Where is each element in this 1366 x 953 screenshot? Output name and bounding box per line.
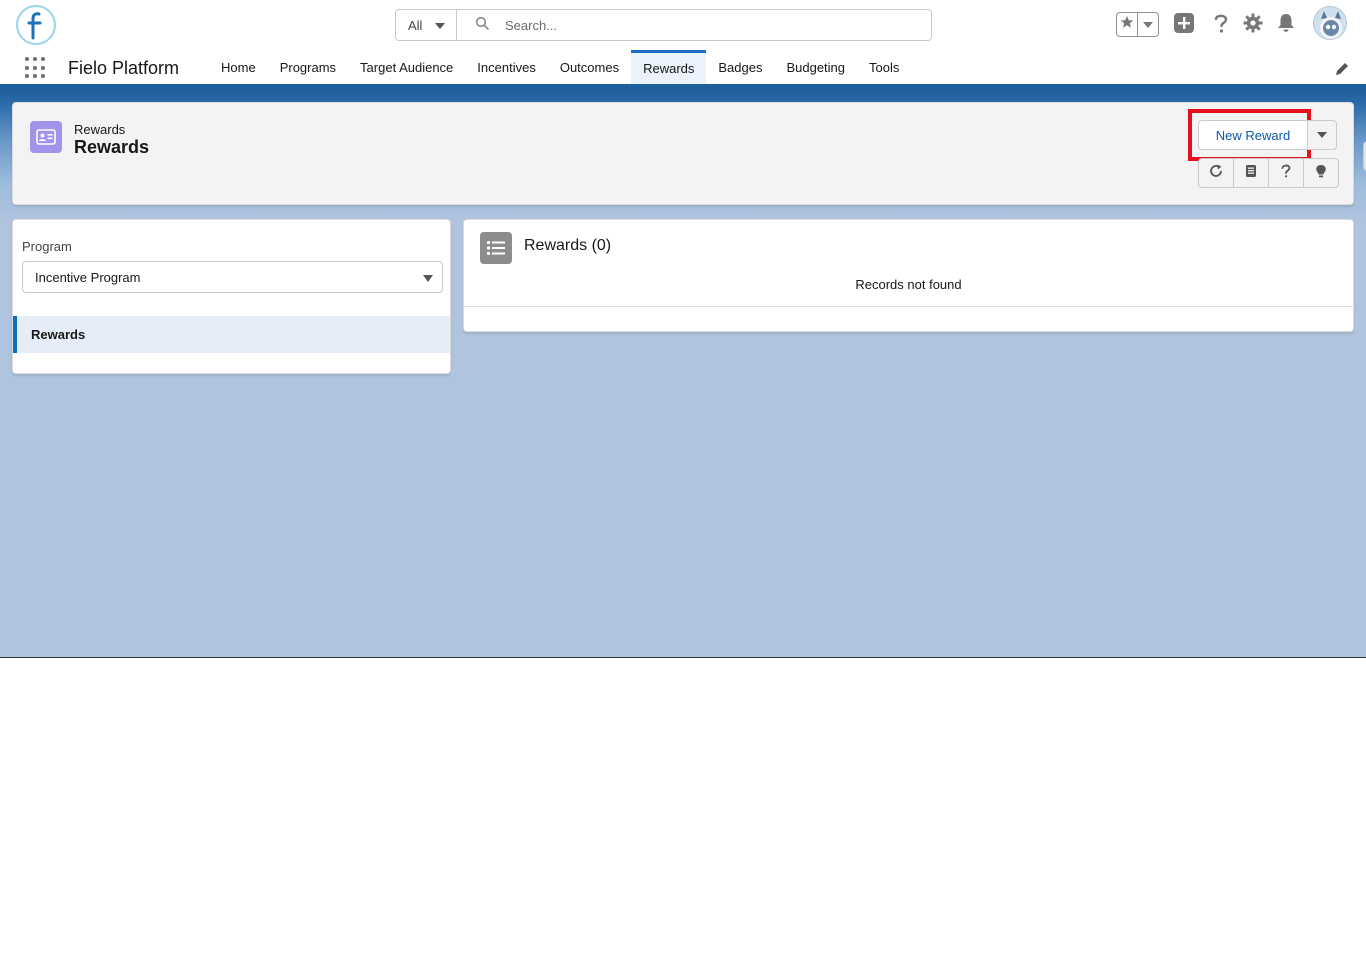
favorites-star-button[interactable] bbox=[1117, 13, 1137, 36]
tips-button[interactable] bbox=[1303, 158, 1339, 188]
book-icon bbox=[1245, 164, 1257, 183]
help-icon bbox=[1212, 12, 1230, 39]
app-name: Fielo Platform bbox=[68, 58, 180, 78]
gear-icon bbox=[1243, 13, 1263, 38]
program-filter-panel: Program Incentive Program Rewards bbox=[12, 219, 451, 374]
object-label: Rewards bbox=[74, 122, 126, 137]
nav-tab-rewards[interactable]: Rewards bbox=[631, 50, 707, 84]
chevron-down-icon bbox=[423, 275, 433, 282]
user-avatar[interactable] bbox=[1313, 6, 1347, 40]
empty-state-message: Records not found bbox=[855, 277, 962, 292]
app-launcher-icon[interactable] bbox=[25, 57, 47, 79]
app-nav-bar: Fielo Platform Home Programs Target Audi… bbox=[0, 50, 1366, 87]
more-actions-button[interactable] bbox=[1307, 120, 1337, 150]
edit-nav-pencil-icon[interactable] bbox=[1334, 61, 1350, 77]
nav-tab-target-audience[interactable]: Target Audience bbox=[348, 50, 465, 84]
notifications-button[interactable] bbox=[1274, 12, 1298, 38]
nav-tab-programs[interactable]: Programs bbox=[268, 50, 348, 84]
page-icon-buttons bbox=[1198, 158, 1339, 188]
star-icon bbox=[1120, 15, 1134, 34]
search-icon bbox=[475, 16, 489, 35]
search-scope-dropdown[interactable]: All bbox=[396, 10, 457, 40]
page-header: Rewards Rewards New Reward bbox=[12, 102, 1366, 205]
chevron-down-icon bbox=[435, 23, 446, 29]
new-reward-button[interactable]: New Reward bbox=[1198, 120, 1308, 150]
divider bbox=[464, 306, 1353, 307]
list-icon bbox=[480, 232, 512, 264]
nav-tab-badges[interactable]: Badges bbox=[706, 50, 774, 84]
nav-tab-home[interactable]: Home bbox=[209, 50, 268, 84]
nav-tab-tools[interactable]: Tools bbox=[857, 50, 911, 84]
chevron-down-icon bbox=[1317, 132, 1327, 138]
program-label: Program bbox=[22, 239, 72, 254]
setup-button[interactable] bbox=[1241, 12, 1265, 38]
page-title: Rewards bbox=[74, 137, 150, 157]
help-page-button[interactable] bbox=[1268, 158, 1304, 188]
rewards-list-card: Rewards (0) Records not found bbox=[463, 219, 1354, 332]
search-scope-label: All bbox=[408, 17, 423, 33]
knowledge-button[interactable] bbox=[1233, 158, 1269, 188]
list-title: Rewards (0) bbox=[524, 237, 612, 254]
add-icon bbox=[1173, 12, 1195, 39]
global-actions-button[interactable] bbox=[1172, 12, 1196, 38]
nav-tab-incentives[interactable]: Incentives bbox=[465, 50, 548, 84]
favorites-list-button[interactable] bbox=[1137, 13, 1158, 36]
program-select[interactable]: Incentive Program bbox=[22, 261, 443, 293]
rewards-object-icon bbox=[30, 121, 62, 153]
program-select-value: Incentive Program bbox=[35, 269, 141, 285]
chevron-down-icon bbox=[1143, 16, 1154, 34]
main-content: Rewards Rewards New Reward Program Incen… bbox=[0, 87, 1366, 658]
refresh-icon bbox=[1209, 164, 1223, 183]
bell-icon bbox=[1277, 13, 1295, 38]
list-item-rewards[interactable]: Rewards bbox=[13, 316, 450, 353]
lightbulb-icon bbox=[1315, 164, 1327, 183]
global-header: All bbox=[0, 0, 1366, 50]
search-input[interactable] bbox=[505, 17, 885, 33]
nav-tabs: Home Programs Target Audience Incentives… bbox=[209, 50, 911, 84]
question-icon bbox=[1281, 164, 1291, 183]
nav-tab-budgeting[interactable]: Budgeting bbox=[774, 50, 857, 84]
global-search: All bbox=[395, 9, 932, 41]
help-button[interactable] bbox=[1209, 12, 1233, 38]
refresh-button[interactable] bbox=[1198, 158, 1234, 188]
favorites-group bbox=[1116, 12, 1159, 37]
nav-tab-outcomes[interactable]: Outcomes bbox=[548, 50, 631, 84]
fielo-logo[interactable] bbox=[16, 5, 56, 45]
